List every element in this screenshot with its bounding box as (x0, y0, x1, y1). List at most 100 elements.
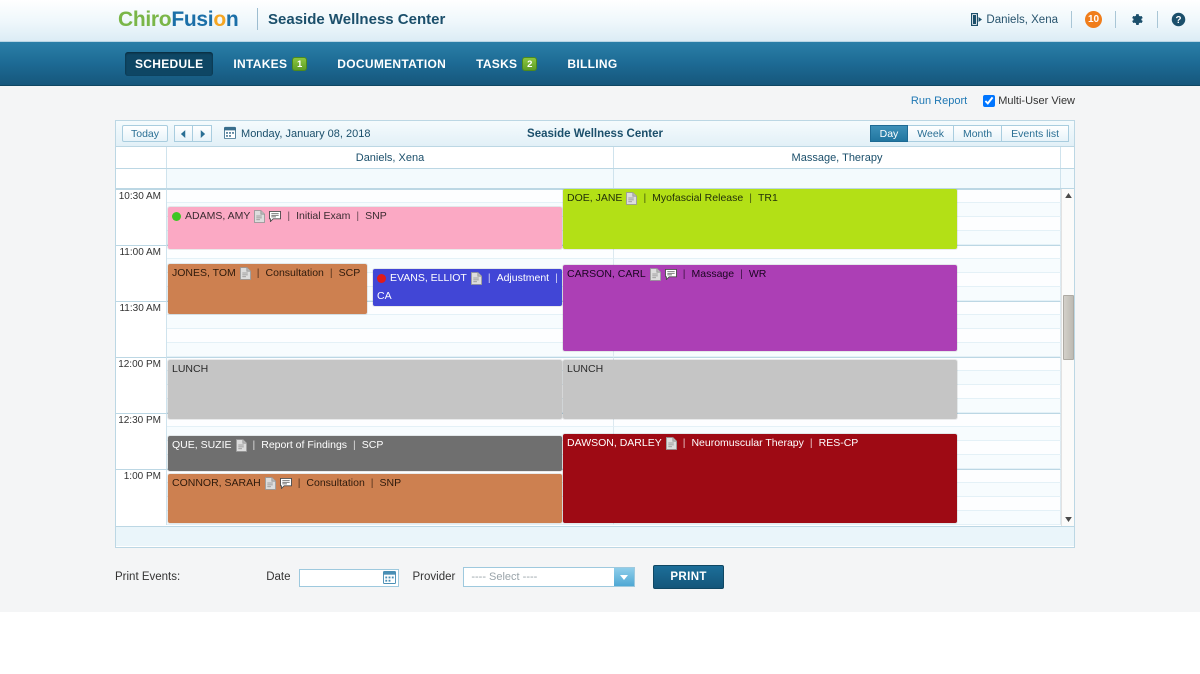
time-slot[interactable] (167, 189, 614, 203)
status-dot (377, 273, 386, 283)
nav-label: SCHEDULE (135, 57, 204, 71)
time-slot[interactable] (167, 343, 614, 357)
current-date-display[interactable]: Monday, January 08, 2018 (224, 126, 370, 142)
document-icon[interactable] (235, 438, 247, 452)
multi-user-view-toggle[interactable]: Multi-User View (983, 95, 1075, 107)
appointment-service: Myofascial Release (652, 192, 744, 204)
today-button[interactable]: Today (122, 125, 169, 142)
appointment-code: SCP (361, 439, 384, 451)
document-icon[interactable] (254, 209, 266, 223)
date-field-wrapper (298, 568, 399, 589)
nav-item-documentation[interactable]: DOCUMENTATION (327, 52, 456, 76)
appointment-line: JONES, TOM | Consultation | SCP (172, 266, 367, 280)
nav-item-schedule[interactable]: SCHEDULE (125, 52, 214, 76)
divider (1157, 11, 1158, 28)
appointment-line: LUNCH (172, 362, 562, 376)
time-gutter-label (116, 385, 167, 399)
scrollbar-track[interactable] (1062, 202, 1074, 513)
schedule-toolbar: Run Report Multi-User View (115, 92, 1075, 110)
multi-user-view-checkbox[interactable] (983, 95, 996, 107)
column-header-provider-0[interactable]: Daniels, Xena (167, 147, 614, 168)
user-account-link[interactable]: Daniels, Xena (971, 13, 1058, 26)
nav-item-billing[interactable]: BILLING (557, 52, 627, 76)
nav-label: DOCUMENTATION (337, 57, 447, 71)
appointment-patient: DAWSON, DARLEY (567, 437, 662, 449)
appointment-block[interactable]: LUNCH (563, 360, 957, 419)
provider-select[interactable]: ---- Select ---- (463, 567, 636, 587)
time-gutter-label (116, 203, 167, 217)
print-button[interactable]: PRINT (653, 565, 724, 589)
chevron-down-icon[interactable] (614, 568, 635, 586)
document-icon[interactable] (665, 436, 677, 450)
time-slot[interactable] (167, 329, 614, 343)
time-gutter-label (116, 511, 167, 525)
multi-user-view-label: Multi-User View (998, 95, 1075, 107)
nav-badge-intakes: 1 (292, 57, 308, 71)
calendar-picker-icon[interactable] (382, 570, 396, 589)
calendar-scrollbar[interactable] (1061, 189, 1074, 526)
time-gutter-label (116, 217, 167, 231)
logo-divider (257, 8, 258, 30)
appointment-block[interactable]: ADAMS, AMY | Initial Exam | SNP (168, 207, 562, 249)
appointment-block[interactable]: EVANS, ELLIOT | Adjustment | CA (373, 269, 562, 306)
appointment-block[interactable]: JONES, TOM | Consultation | SCP (168, 264, 367, 314)
all-day-row (116, 169, 1074, 189)
note-bubble-icon[interactable] (279, 477, 292, 490)
column-header-provider-1[interactable]: Massage, Therapy (614, 147, 1061, 168)
separator: | (682, 437, 686, 449)
time-gutter-label (116, 329, 167, 343)
schedule-calendar: Today Monday, January 08, 2018 Seaside W… (115, 120, 1075, 548)
note-bubble-icon[interactable] (269, 210, 282, 223)
chirofusion-logo[interactable]: ChiroFusion (118, 8, 239, 32)
appointment-line: EVANS, ELLIOT | Adjustment | CA (377, 271, 562, 303)
appointment-block[interactable]: QUE, SUZIE | Report of Findings | SCP (168, 436, 562, 471)
nav-item-tasks[interactable]: TASKS 2 (466, 52, 547, 76)
next-day-button[interactable] (193, 125, 213, 142)
all-day-cell-1[interactable] (614, 169, 1061, 188)
logo-text-fusi: Fusi (171, 8, 214, 31)
appointment-block[interactable]: LUNCH (168, 360, 562, 419)
document-icon[interactable] (264, 476, 276, 490)
document-icon[interactable] (649, 267, 661, 281)
document-icon[interactable] (239, 266, 251, 280)
appointment-patient: CONNOR, SARAH (172, 477, 261, 489)
separator: | (297, 477, 301, 489)
nav-item-intakes[interactable]: INTAKES 1 (223, 52, 317, 76)
view-button-month[interactable]: Month (953, 125, 1003, 142)
scrollbar-spacer (1061, 147, 1074, 168)
appointment-block[interactable]: CARSON, CARL | Massage | WR (563, 265, 957, 351)
scroll-up-button[interactable] (1062, 189, 1074, 202)
prev-day-button[interactable] (174, 125, 194, 142)
time-gutter-label: 12:00 PM (116, 357, 167, 371)
view-button-events-list[interactable]: Events list (1002, 125, 1069, 142)
appointment-service: Adjustment (496, 272, 550, 284)
calendar-icon (224, 126, 237, 142)
scroll-down-button[interactable] (1062, 513, 1074, 526)
appointment-patient: EVANS, ELLIOT (390, 272, 467, 284)
all-day-cell-0[interactable] (167, 169, 614, 188)
appointment-service: Consultation (306, 477, 365, 489)
time-slot[interactable] (167, 315, 614, 329)
appointment-block[interactable]: DAWSON, DARLEY | Neuromuscular Therapy | RES… (563, 434, 957, 523)
divider (1071, 11, 1072, 28)
appointment-service: Report of Findings (261, 439, 348, 451)
document-icon[interactable] (470, 271, 482, 285)
divider (1115, 11, 1116, 28)
appointment-service: Initial Exam (296, 210, 351, 222)
appointment-code: SNP (379, 477, 402, 489)
note-bubble-icon[interactable] (664, 268, 677, 281)
calendar-footer (116, 526, 1074, 546)
help-icon[interactable]: ? (1171, 12, 1186, 27)
document-icon[interactable] (626, 191, 638, 205)
appointment-block[interactable]: DOE, JANE | Myofascial Release | TR1 (563, 189, 957, 249)
time-gutter-label (116, 497, 167, 511)
view-button-day[interactable]: Day (869, 125, 909, 142)
time-gutter-label: 11:00 AM (116, 245, 167, 259)
gear-icon[interactable] (1129, 12, 1144, 27)
scrollbar-thumb[interactable] (1063, 295, 1074, 360)
time-gutter-label (116, 371, 167, 385)
notification-badge[interactable]: 10 (1085, 11, 1102, 28)
appointment-block[interactable]: CONNOR, SARAH | Consultation | SNP (168, 474, 562, 523)
run-report-link[interactable]: Run Report (911, 95, 967, 107)
view-button-week[interactable]: Week (908, 125, 954, 142)
